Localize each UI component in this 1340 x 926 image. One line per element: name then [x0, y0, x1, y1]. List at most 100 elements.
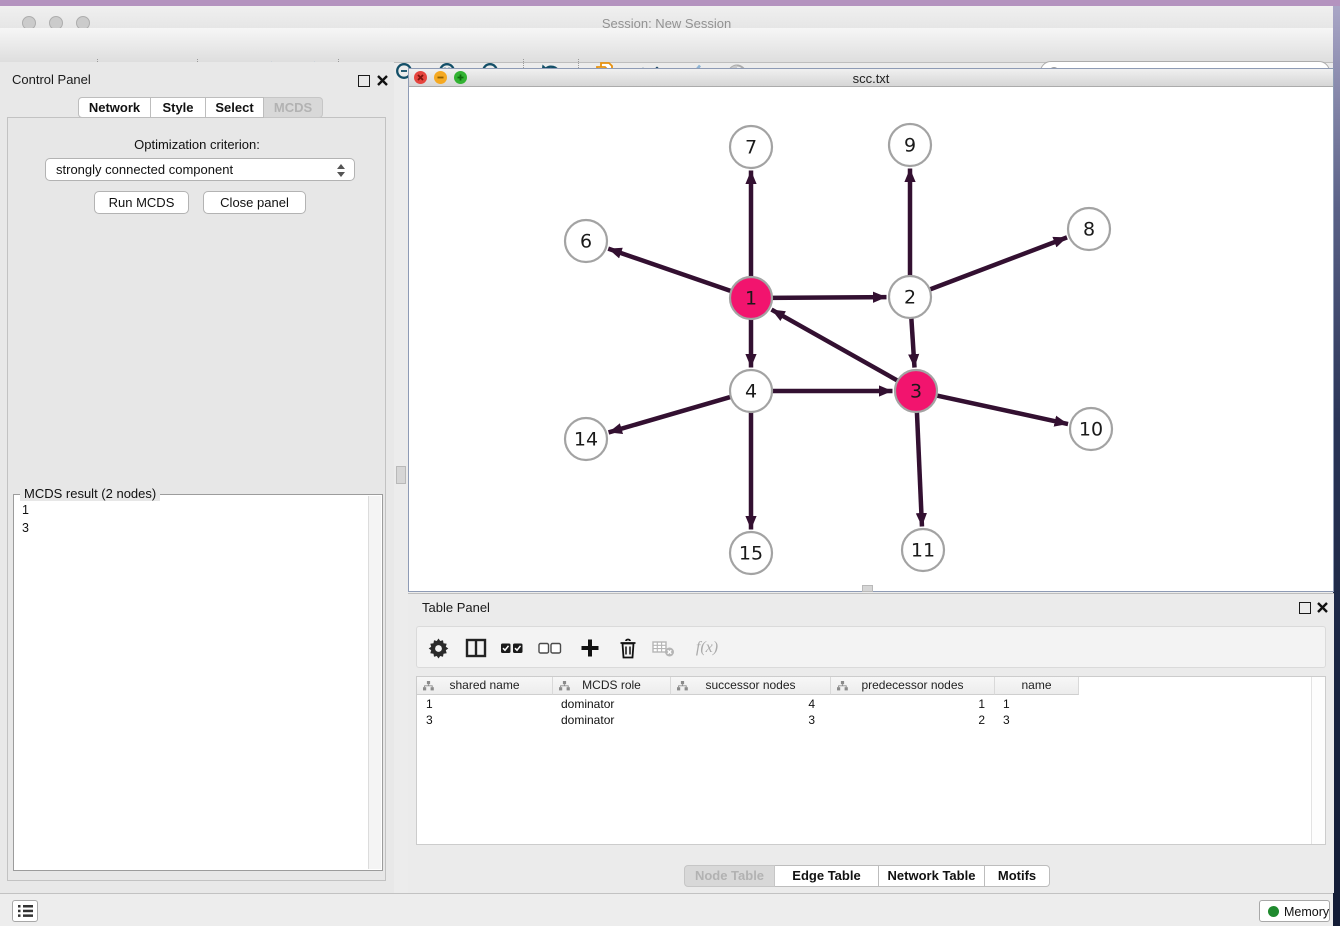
column-header-name[interactable]: name [995, 677, 1079, 695]
criterion-value: strongly connected component [56, 162, 233, 177]
svg-text:8: 8 [1083, 219, 1095, 241]
split-view-button[interactable] [464, 636, 488, 660]
result-line: 3 [22, 519, 29, 537]
table-settings-button[interactable] [426, 636, 450, 660]
memory-label: Memory [1284, 905, 1329, 919]
float-table-panel-icon[interactable] [1299, 602, 1311, 614]
svg-text:11: 11 [911, 540, 935, 562]
node-table: shared name MCDS role successor nodes pr… [416, 676, 1326, 845]
svg-text:3: 3 [910, 381, 922, 403]
graph-node-2[interactable]: 2 [889, 276, 931, 318]
memory-button[interactable]: Memory [1259, 900, 1330, 922]
attribute-icon [559, 681, 570, 691]
splitter-handle[interactable] [396, 466, 406, 484]
column-label: predecessor nodes [861, 678, 963, 692]
table-cell[interactable]: 2 [831, 712, 995, 728]
run-mcds-button[interactable]: Run MCDS [94, 191, 189, 214]
column-header-mcds-role[interactable]: MCDS role [553, 677, 671, 695]
chevron-up-down-icon [336, 163, 346, 178]
tab-motifs[interactable]: Motifs [985, 865, 1050, 887]
main-toolbar [0, 28, 1333, 63]
svg-text:2: 2 [904, 287, 916, 309]
graph-node-14[interactable]: 14 [565, 418, 607, 460]
graph-edge-3-11[interactable] [917, 410, 922, 527]
table-cell[interactable]: 1 [831, 696, 995, 712]
tab-edge-table[interactable]: Edge Table [775, 865, 879, 887]
graph-edge-3-1[interactable] [771, 310, 899, 382]
graph-edge-2-8[interactable] [928, 237, 1067, 290]
graph-node-4[interactable]: 4 [730, 370, 772, 412]
select-all-button[interactable] [500, 636, 524, 660]
svg-text:14: 14 [574, 429, 598, 451]
column-header-predecessor-nodes[interactable]: predecessor nodes [831, 677, 995, 695]
graph-edge-2-3[interactable] [911, 316, 914, 368]
delete-table-button[interactable] [652, 636, 676, 660]
close-panel-button[interactable]: Close panel [203, 191, 306, 214]
plus-icon [580, 638, 600, 658]
columns-icon [465, 638, 487, 658]
optimization-criterion-label: Optimization criterion: [7, 137, 387, 152]
splitter-handle-horizontal[interactable] [862, 585, 873, 592]
column-label: name [1021, 678, 1051, 692]
table-cell[interactable]: 1 [995, 696, 1079, 712]
tab-mcds[interactable]: MCDS [264, 97, 323, 118]
close-table-panel-icon[interactable] [1316, 601, 1329, 614]
unchecked-boxes-icon [538, 640, 562, 656]
tab-network-table[interactable]: Network Table [879, 865, 985, 887]
graph-node-3[interactable]: 3 [895, 370, 937, 412]
column-header-successor-nodes[interactable]: successor nodes [671, 677, 831, 695]
svg-text:7: 7 [745, 137, 757, 159]
float-panel-icon[interactable] [358, 75, 370, 87]
svg-text:1: 1 [745, 288, 757, 310]
control-panel-title: Control Panel [12, 72, 91, 87]
graph-node-15[interactable]: 15 [730, 532, 772, 574]
graph-node-1[interactable]: 1 [730, 277, 772, 319]
tab-select[interactable]: Select [206, 97, 264, 118]
graph-node-10[interactable]: 10 [1070, 408, 1112, 450]
graph-node-7[interactable]: 7 [730, 126, 772, 168]
graph-node-6[interactable]: 6 [565, 220, 607, 262]
delete-table-icon [652, 638, 676, 658]
close-panel-icon[interactable] [376, 74, 389, 87]
deselect-all-button[interactable] [538, 636, 562, 660]
network-graph[interactable]: 7 9 6 8 1 2 4 3 14 10 15 11 [409, 87, 1333, 590]
column-header-shared-name[interactable]: shared name [417, 677, 553, 695]
table-cell[interactable]: 4 [671, 696, 831, 712]
delete-column-button[interactable] [616, 636, 640, 660]
attribute-icon [837, 681, 848, 691]
graph-edge-4-14[interactable] [609, 396, 733, 432]
table-cell[interactable]: dominator [553, 712, 671, 728]
mcds-result-text: 1 3 [22, 501, 29, 537]
graph-node-11[interactable]: 11 [902, 529, 944, 571]
table-cell[interactable]: 3 [417, 712, 553, 728]
tab-network[interactable]: Network [78, 97, 151, 118]
table-cell[interactable]: 3 [671, 712, 831, 728]
trash-icon [618, 637, 638, 659]
graph-node-9[interactable]: 9 [889, 124, 931, 166]
table-cell[interactable]: dominator [553, 696, 671, 712]
scrollbar[interactable] [1311, 677, 1325, 844]
graph-edge-1-6[interactable] [608, 249, 733, 292]
network-window-titlebar[interactable]: scc.txt [409, 69, 1333, 87]
graph-node-8[interactable]: 8 [1068, 208, 1110, 250]
apply-function-button[interactable]: f(x) [690, 636, 724, 660]
network-window: scc.txt 7 9 6 8 1 2 4 3 14 10 15 11 [408, 68, 1334, 592]
app-titlebar: Session: New Session [0, 6, 1333, 28]
network-canvas[interactable]: 7 9 6 8 1 2 4 3 14 10 15 11 [409, 87, 1333, 591]
mcds-result-title: MCDS result (2 nodes) [20, 486, 160, 501]
status-bar: Memory [0, 893, 1333, 926]
criterion-dropdown[interactable]: strongly connected component [45, 158, 355, 181]
svg-text:10: 10 [1079, 419, 1103, 441]
table-cell[interactable]: 3 [995, 712, 1079, 728]
scrollbar[interactable] [368, 496, 381, 869]
tab-style[interactable]: Style [151, 97, 206, 118]
table-cell[interactable]: 1 [417, 696, 553, 712]
graph-edge-1-2[interactable] [770, 297, 887, 298]
task-history-button[interactable] [12, 900, 38, 922]
mcds-result-box: MCDS result (2 nodes) 1 3 [13, 494, 383, 871]
control-panel-tabs: Network Style Select MCDS [78, 97, 323, 118]
tab-node-table[interactable]: Node Table [684, 865, 775, 887]
graph-edge-3-10[interactable] [935, 395, 1068, 424]
add-column-button[interactable] [578, 636, 602, 660]
memory-status-icon [1268, 906, 1279, 917]
